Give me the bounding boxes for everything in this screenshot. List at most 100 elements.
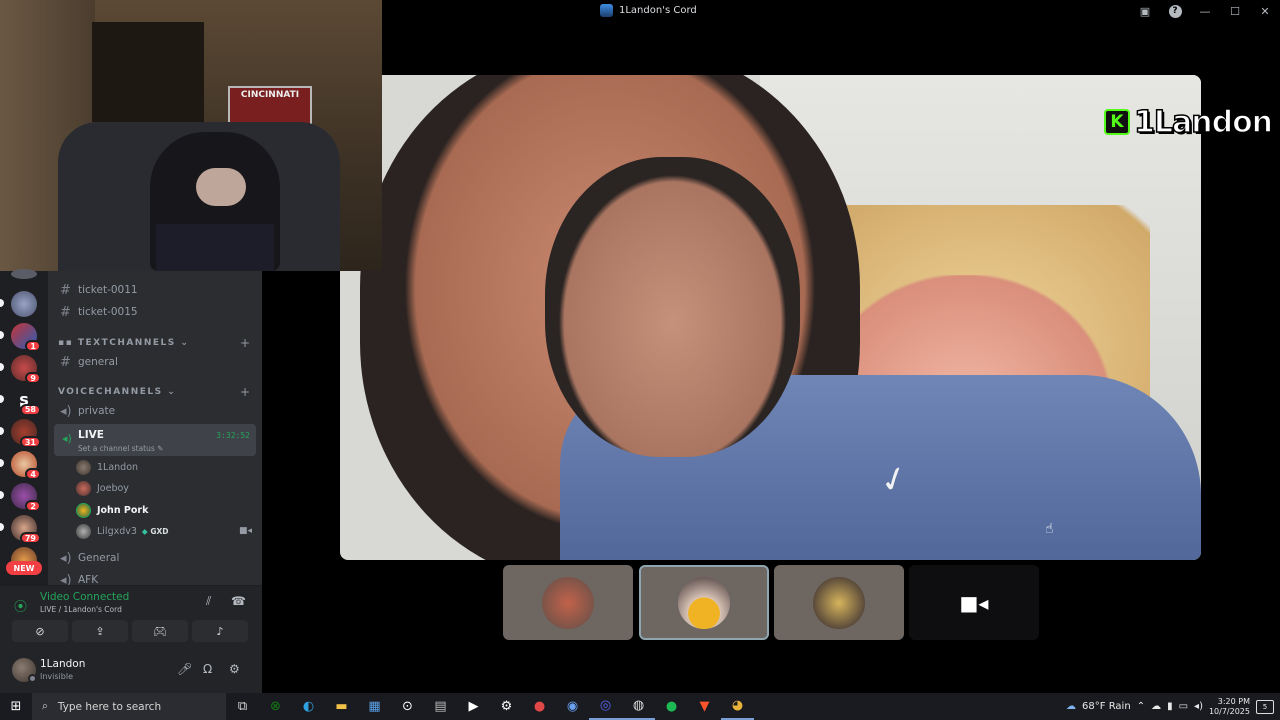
participant-tile-active[interactable]: [639, 565, 769, 640]
participant-avatar: [813, 576, 865, 629]
user-panel: 1Landon Invisible 🎤︎ Ω ⚙: [0, 652, 262, 693]
add-channel-icon[interactable]: +: [240, 385, 250, 399]
voice-member[interactable]: 1Landon: [76, 457, 256, 477]
window-title-text: 1Landon's Cord: [619, 5, 697, 16]
voice-channel-general[interactable]: ◂) General: [54, 547, 256, 569]
voice-channel-afk[interactable]: ◂) AFK: [54, 569, 256, 586]
help-button[interactable]: ?: [1160, 0, 1190, 22]
server-icon[interactable]: [11, 269, 37, 279]
server-icon[interactable]: 9: [11, 355, 41, 384]
new-badge: NEW: [6, 561, 42, 575]
voice-member[interactable]: Joeboy: [76, 478, 256, 498]
app-icon[interactable]: ●: [523, 693, 556, 720]
main-video-feed[interactable]: ✓ ☝: [340, 75, 1201, 560]
channel-ticket-0011[interactable]: # ticket-0011: [54, 279, 256, 301]
speaker-icon: ◂): [60, 403, 72, 419]
task-view-icon[interactable]: ⧉: [226, 693, 259, 720]
weather-icon: ☁: [1066, 701, 1077, 712]
volume-icon[interactable]: ◂): [1194, 701, 1203, 712]
obs-icon[interactable]: ◍: [622, 693, 655, 720]
username[interactable]: 1Landon: [40, 658, 85, 670]
mic-tray-icon[interactable]: ▮: [1167, 701, 1173, 712]
voice-status-subtitle[interactable]: LIVE / 1Landon's Cord: [40, 605, 122, 614]
windows-start-icon[interactable]: ⊞: [0, 693, 32, 720]
server-icon[interactable]: 79: [11, 515, 41, 544]
server-icon[interactable]: 2: [11, 483, 41, 512]
channel-ticket-0015[interactable]: # ticket-0015: [54, 301, 256, 323]
voice-member[interactable]: John Pork: [76, 500, 256, 520]
xbox-icon[interactable]: ⊗: [259, 693, 292, 720]
channel-status[interactable]: Set a channel status ✎: [78, 444, 163, 453]
status-indicator: [28, 674, 37, 683]
search-icon: ⌕: [42, 700, 48, 712]
participant-tile-camera-off[interactable]: ■◂: [909, 565, 1039, 640]
store-icon[interactable]: ▦: [358, 693, 391, 720]
category-voice-channels[interactable]: VOICECHANNELS ⌄: [58, 387, 176, 397]
inbox-icon[interactable]: ▣: [1130, 0, 1160, 22]
edge-icon[interactable]: ◐: [292, 693, 325, 720]
spotify-icon[interactable]: ●: [655, 693, 688, 720]
noise-suppression-icon[interactable]: ⫽: [206, 594, 211, 609]
avatar: [76, 502, 91, 518]
settings-icon[interactable]: ⚙: [490, 693, 523, 720]
avatar: [76, 523, 91, 539]
hand-cursor-icon: ☝: [1045, 521, 1054, 537]
system-tray: ☁ 68°F Rain ⌃ ☁ ▮ ▭ ◂) 3:20 PM 10/7/2025…: [1066, 693, 1280, 720]
voice-status-title[interactable]: Video Connected: [40, 591, 129, 603]
screen-share-button[interactable]: ⇪: [72, 620, 128, 642]
capture-icon[interactable]: ⊙: [391, 693, 424, 720]
taskbar-search[interactable]: ⌕ Type here to search: [32, 693, 226, 720]
close-button[interactable]: ✕: [1250, 0, 1280, 22]
live-timer: 3:32:52: [216, 431, 250, 440]
server-icon[interactable]: 4: [11, 451, 41, 480]
voice-channel-live[interactable]: ◂) LIVE Set a channel status ✎ 3:32:52: [54, 424, 256, 456]
calculator-icon[interactable]: ▤: [424, 693, 457, 720]
voice-channel-private[interactable]: ◂) private: [54, 400, 256, 422]
help-icon: ?: [1168, 4, 1182, 18]
hash-icon: #: [60, 282, 71, 298]
notification-icon[interactable]: 5: [1256, 699, 1274, 714]
media-player-icon[interactable]: ▶: [457, 693, 490, 720]
microphone-icon[interactable]: 🎤︎: [177, 662, 192, 676]
weather-text[interactable]: 68°F Rain: [1082, 701, 1131, 712]
network-icon[interactable]: ▭: [1179, 701, 1188, 712]
channel-general[interactable]: # general: [54, 351, 256, 373]
soundboard-icon: ♪: [216, 624, 224, 638]
title-bar-controls: ▣ ? — ☐ ✕: [1130, 0, 1280, 22]
server-icon[interactable]: 1: [11, 323, 41, 352]
activity-button[interactable]: 🎮︎: [132, 620, 188, 642]
app-icon[interactable]: ◉: [556, 693, 589, 720]
server-icon[interactable]: [11, 291, 37, 317]
disconnect-icon[interactable]: ☎: [231, 594, 246, 608]
voice-member[interactable]: Lilgxdv3 ◆ GXD ■◂: [76, 521, 256, 541]
camera-toggle-button[interactable]: ⊘: [12, 620, 68, 642]
chevron-up-icon[interactable]: ⌃: [1137, 701, 1145, 712]
gem-icon: ◆: [141, 526, 148, 536]
soundboard-button[interactable]: ♪: [192, 620, 248, 642]
clock[interactable]: 3:20 PM 10/7/2025: [1209, 697, 1250, 717]
video-camera-icon: ■◂: [959, 590, 989, 615]
participant-tile[interactable]: [503, 565, 633, 640]
chrome-icon[interactable]: ◕: [721, 693, 754, 720]
cloud-icon[interactable]: ☁: [1151, 701, 1161, 712]
participant-tile[interactable]: [774, 565, 904, 640]
category-text-channels[interactable]: ▪▪ TEXTCHANNELS ⌄: [58, 338, 189, 348]
server-icon[interactable]: ʂ 58: [11, 387, 41, 416]
kick-logo-icon: K: [1104, 109, 1130, 135]
camera-off-icon: ⊘: [35, 624, 45, 638]
streamer-name: 1Landon: [1133, 104, 1274, 141]
user-status: Invisible: [40, 672, 73, 681]
brave-icon[interactable]: ▼: [688, 693, 721, 720]
file-explorer-icon[interactable]: ▬: [325, 693, 358, 720]
hash-icon: #: [60, 304, 71, 320]
minimize-button[interactable]: —: [1190, 0, 1220, 22]
headphones-icon[interactable]: Ω: [203, 662, 212, 676]
add-channel-icon[interactable]: +: [240, 336, 250, 350]
server-icon[interactable]: 31: [11, 419, 41, 448]
hash-icon: #: [60, 354, 71, 370]
webcam-overlay: CINCINNATI: [0, 0, 382, 271]
title-bar: 1Landon's Cord ▣ ? — ☐ ✕: [382, 0, 1280, 22]
discord-icon[interactable]: ◎: [589, 693, 622, 720]
settings-gear-icon[interactable]: ⚙: [229, 662, 240, 676]
maximize-button[interactable]: ☐: [1220, 0, 1250, 22]
